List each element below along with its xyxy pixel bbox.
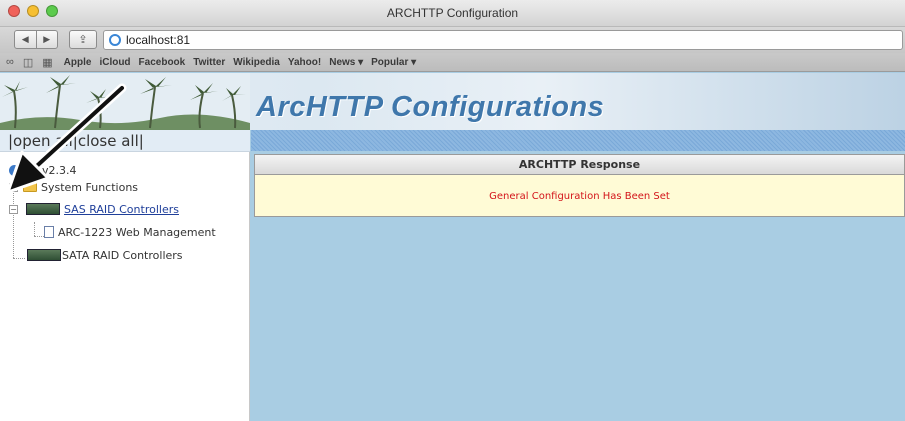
- raid-card-icon: [27, 249, 61, 261]
- bookmark-icloud[interactable]: iCloud: [99, 57, 130, 68]
- version-row: v2.3.4: [9, 162, 77, 178]
- document-icon: [44, 226, 54, 238]
- tree-line: [13, 258, 25, 259]
- response-message: General Configuration Has Been Set: [489, 191, 670, 202]
- page-title: ArcHTTP Configurations: [256, 91, 605, 123]
- bookmark-yahoo[interactable]: Yahoo!: [288, 57, 321, 68]
- top-sites-grid-icon[interactable]: ▦: [42, 56, 52, 69]
- back-arrow-icon[interactable]: ◀: [15, 31, 37, 48]
- tree-line: [34, 222, 35, 236]
- navigation-sidebar: |open all|close all| v2.3.4 + System Fun…: [0, 130, 250, 421]
- collapse-icon[interactable]: −: [9, 204, 18, 214]
- reading-list-icon[interactable]: ∞: [6, 56, 14, 69]
- sidebar-item-label[interactable]: SATA RAID Controllers: [62, 249, 183, 262]
- bookmark-news[interactable]: News ▾: [329, 57, 363, 68]
- sidebar-item-sata-raid-controllers[interactable]: SATA RAID Controllers: [27, 247, 183, 263]
- open-close-all-links[interactable]: |open all|close all|: [0, 130, 250, 152]
- sidebar-item-label[interactable]: ARC-1223 Web Management: [58, 226, 216, 239]
- palm-trees-logo: [0, 73, 250, 130]
- info-icon: [9, 164, 20, 176]
- response-header: ARCHTTP Response: [255, 155, 904, 175]
- raid-card-icon: [26, 203, 60, 215]
- bookmark-tools: ∞ ◫ ▦: [6, 56, 53, 69]
- bookmark-popular[interactable]: Popular ▾: [371, 57, 416, 68]
- sidebar-item-label[interactable]: SAS RAID Controllers: [64, 203, 179, 216]
- url-text[interactable]: localhost:81: [126, 33, 190, 47]
- sidebar-item-arc-1223[interactable]: ARC-1223 Web Management: [44, 224, 216, 240]
- bookmark-twitter[interactable]: Twitter: [193, 57, 225, 68]
- sidebar-item-label[interactable]: System Functions: [41, 181, 138, 194]
- tree-line: [34, 236, 44, 237]
- version-label: v2.3.4: [42, 163, 77, 177]
- folder-icon: [23, 182, 37, 192]
- bookmarks-book-icon[interactable]: ◫: [23, 56, 33, 69]
- sidebar-item-sas-raid-controllers[interactable]: − SAS RAID Controllers: [9, 201, 179, 217]
- address-bar[interactable]: localhost:81: [103, 30, 903, 50]
- forward-arrow-icon[interactable]: ▶: [37, 31, 58, 48]
- sidebar-item-system-functions[interactable]: + System Functions: [9, 179, 138, 195]
- response-panel: ARCHTTP Response General Configuration H…: [254, 154, 905, 217]
- expand-icon[interactable]: +: [9, 182, 18, 192]
- page-header: ArcHTTP Configurations: [0, 73, 905, 130]
- bookmark-apple[interactable]: Apple: [64, 57, 92, 68]
- bookmark-facebook[interactable]: Facebook: [139, 57, 186, 68]
- bookmarks-bar: ∞ ◫ ▦ Apple iCloud Facebook Twitter Wiki…: [0, 53, 905, 72]
- bookmark-wikipedia[interactable]: Wikipedia: [233, 57, 280, 68]
- globe-icon: [109, 34, 121, 46]
- nav-buttons: ◀ ▶: [14, 30, 58, 49]
- browser-toolbar: ◀ ▶ ⇪ localhost:81: [0, 27, 905, 53]
- window-titlebar: ARCHTTP Configuration: [0, 0, 905, 27]
- share-button[interactable]: ⇪: [69, 30, 97, 49]
- window-title: ARCHTTP Configuration: [386, 6, 519, 20]
- header-stripe: [251, 130, 905, 151]
- main-content: ARCHTTP Response General Configuration H…: [251, 130, 905, 421]
